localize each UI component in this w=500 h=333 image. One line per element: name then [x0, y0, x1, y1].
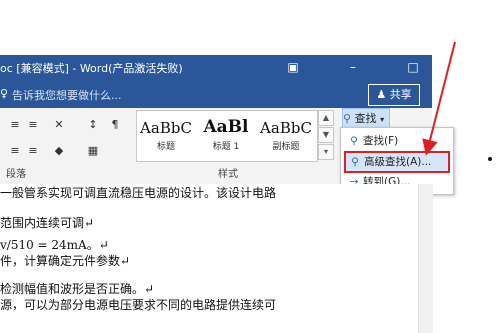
arrow-line [422, 41, 456, 156]
annotation-arrow [422, 41, 456, 156]
